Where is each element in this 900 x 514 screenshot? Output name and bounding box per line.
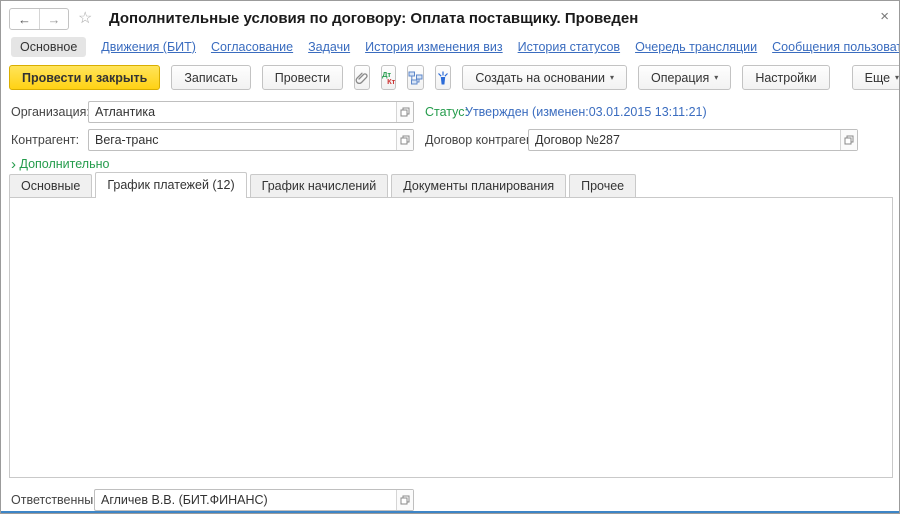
command-bar: Провести и закрыть Записать Провести ДтК… — [9, 65, 891, 90]
organization-field[interactable]: Атлантика — [88, 101, 414, 123]
responsible-label: Ответственный: — [11, 493, 104, 507]
open-value-icon[interactable] — [840, 130, 857, 150]
nav-item-status-history[interactable]: История статусов — [518, 40, 620, 54]
open-value-icon[interactable] — [396, 130, 413, 150]
status-value[interactable]: Утвержден (изменен:03.01.2015 13:11:21) — [465, 105, 707, 119]
chevron-down-icon: ▾ — [895, 73, 899, 82]
tab-other[interactable]: Прочее — [569, 174, 636, 198]
history-nav: ← → — [9, 8, 69, 30]
tab-planning-documents[interactable]: Документы планирования — [391, 174, 566, 198]
nav-item-approval[interactable]: Согласование — [211, 40, 293, 54]
chevron-right-icon: › — [11, 156, 16, 173]
back-button[interactable]: ← — [10, 9, 39, 29]
nav-item-broadcast-queue[interactable]: Очередь трансляции — [635, 40, 757, 54]
post-button[interactable]: Провести — [262, 65, 343, 90]
operation-button[interactable]: Операция▾ — [638, 65, 731, 90]
page-title: Дополнительные условия по договору: Опла… — [109, 10, 638, 27]
attachments-button[interactable] — [354, 65, 370, 90]
open-value-icon[interactable] — [396, 102, 413, 122]
back-icon: ← — [18, 12, 31, 27]
app-window: ← → ☆ Дополнительные условия по договору… — [0, 0, 900, 514]
forward-icon: → — [48, 12, 61, 27]
structure-icon — [408, 71, 423, 85]
nav-item-main[interactable]: Основное — [11, 37, 86, 57]
tab-payment-schedule[interactable]: График платежей (12) — [95, 172, 246, 198]
lamp-icon — [436, 71, 450, 85]
tab-accrual-schedule[interactable]: График начислений — [250, 174, 389, 198]
create-based-on-button[interactable]: Создать на основании▾ — [462, 65, 627, 90]
forward-button[interactable]: → — [39, 9, 68, 29]
contractor-label: Контрагент: — [11, 133, 79, 147]
more-button[interactable]: Еще▾ — [852, 65, 900, 90]
chevron-down-icon: ▾ — [610, 73, 614, 82]
tab-strip: Основные График платежей (12) График нач… — [9, 173, 639, 198]
favorite-star-icon[interactable]: ☆ — [78, 8, 92, 28]
additional-group-toggle[interactable]: › Дополнительно — [11, 156, 109, 173]
tab-panel — [9, 197, 893, 478]
close-icon[interactable]: × — [880, 8, 889, 25]
open-value-icon[interactable] — [396, 490, 413, 510]
responsible-field[interactable]: Агличев В.В. (БИТ.ФИНАНС) — [94, 489, 414, 511]
contractor-field[interactable]: Вега-транс — [88, 129, 414, 151]
chevron-down-icon: ▾ — [714, 73, 718, 82]
organization-label: Организация: — [11, 105, 90, 119]
contract-field[interactable]: Договор №287 — [528, 129, 858, 151]
nav-item-user-messages[interactable]: Сообщения пользователей — [772, 40, 900, 54]
status-label: Статус: — [425, 105, 468, 119]
navigation-bar: Основное Движения (БИТ) Согласование Зад… — [11, 37, 889, 57]
nav-item-tasks[interactable]: Задачи — [308, 40, 350, 54]
nav-item-visa-history[interactable]: История изменения виз — [365, 40, 503, 54]
settings-button[interactable]: Настройки — [742, 65, 829, 90]
related-documents-button[interactable] — [407, 65, 424, 90]
paperclip-icon — [355, 71, 369, 85]
dtkt-icon: ДтКт — [382, 71, 395, 85]
write-button[interactable]: Записать — [171, 65, 250, 90]
highlight-button[interactable] — [435, 65, 451, 90]
postings-dtkt-button[interactable]: ДтКт — [381, 65, 396, 90]
post-and-close-button[interactable]: Провести и закрыть — [9, 65, 160, 90]
window-accent-line — [1, 511, 899, 513]
nav-item-movements[interactable]: Движения (БИТ) — [101, 40, 196, 54]
tab-main[interactable]: Основные — [9, 174, 92, 198]
